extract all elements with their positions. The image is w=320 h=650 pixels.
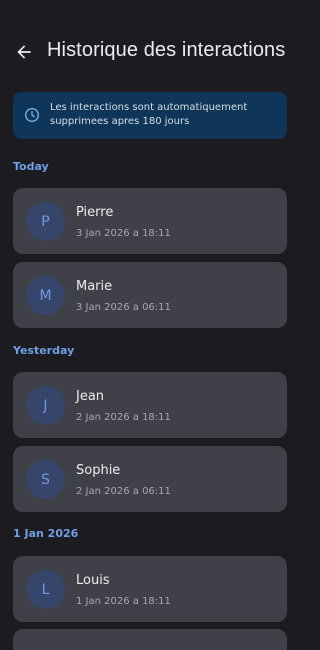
contact-name: Jean	[76, 389, 105, 404]
interaction-card[interactable]: J Jean 2 Jan 2026 a 18:11	[13, 372, 287, 438]
clock-icon	[25, 108, 39, 122]
banner-text: Les interactions sont automatiquement su…	[50, 102, 248, 127]
avatar: P	[26, 202, 65, 241]
interaction-card[interactable]: L Louis 1 Jan 2026 a 18:11	[13, 556, 287, 622]
back-button[interactable]	[12, 40, 36, 64]
interaction-date: 3 Jan 2026 a 18:11	[76, 228, 171, 239]
contact-name: Marie	[76, 279, 113, 294]
top-app-bar: Historique des interactions	[0, 30, 300, 74]
avatar: S	[26, 460, 65, 499]
app-screen: Historique des interactions Les interact…	[0, 0, 300, 650]
contact-name: Pierre	[76, 205, 114, 220]
interaction-date: 2 Jan 2026 a 18:11	[76, 412, 171, 423]
section-label-date: 1 Jan 2026	[13, 527, 79, 540]
interaction-card[interactable]: P Pierre 3 Jan 2026 a 18:11	[13, 188, 287, 254]
contact-name: Louis	[76, 573, 110, 588]
page-title: Historique des interactions	[47, 39, 286, 61]
section-label-yesterday: Yesterday	[13, 344, 75, 357]
retention-info-banner: Les interactions sont automatiquement su…	[13, 92, 287, 139]
arrow-left-icon	[17, 45, 31, 59]
contact-name: Sophie	[76, 463, 121, 478]
avatar: M	[26, 276, 65, 315]
interaction-date: 1 Jan 2026 a 18:11	[76, 596, 171, 607]
interaction-date: 3 Jan 2026 a 06:11	[76, 302, 171, 313]
interaction-card[interactable]: S Sophie 2 Jan 2026 a 06:11	[13, 446, 287, 512]
interaction-date: 2 Jan 2026 a 06:11	[76, 486, 171, 497]
interaction-card[interactable]: M Marie 3 Jan 2026 a 06:11	[13, 262, 287, 328]
section-label-today: Today	[13, 160, 49, 173]
interaction-card-partial[interactable]	[13, 629, 287, 650]
avatar: J	[26, 386, 65, 425]
avatar: L	[26, 570, 65, 609]
